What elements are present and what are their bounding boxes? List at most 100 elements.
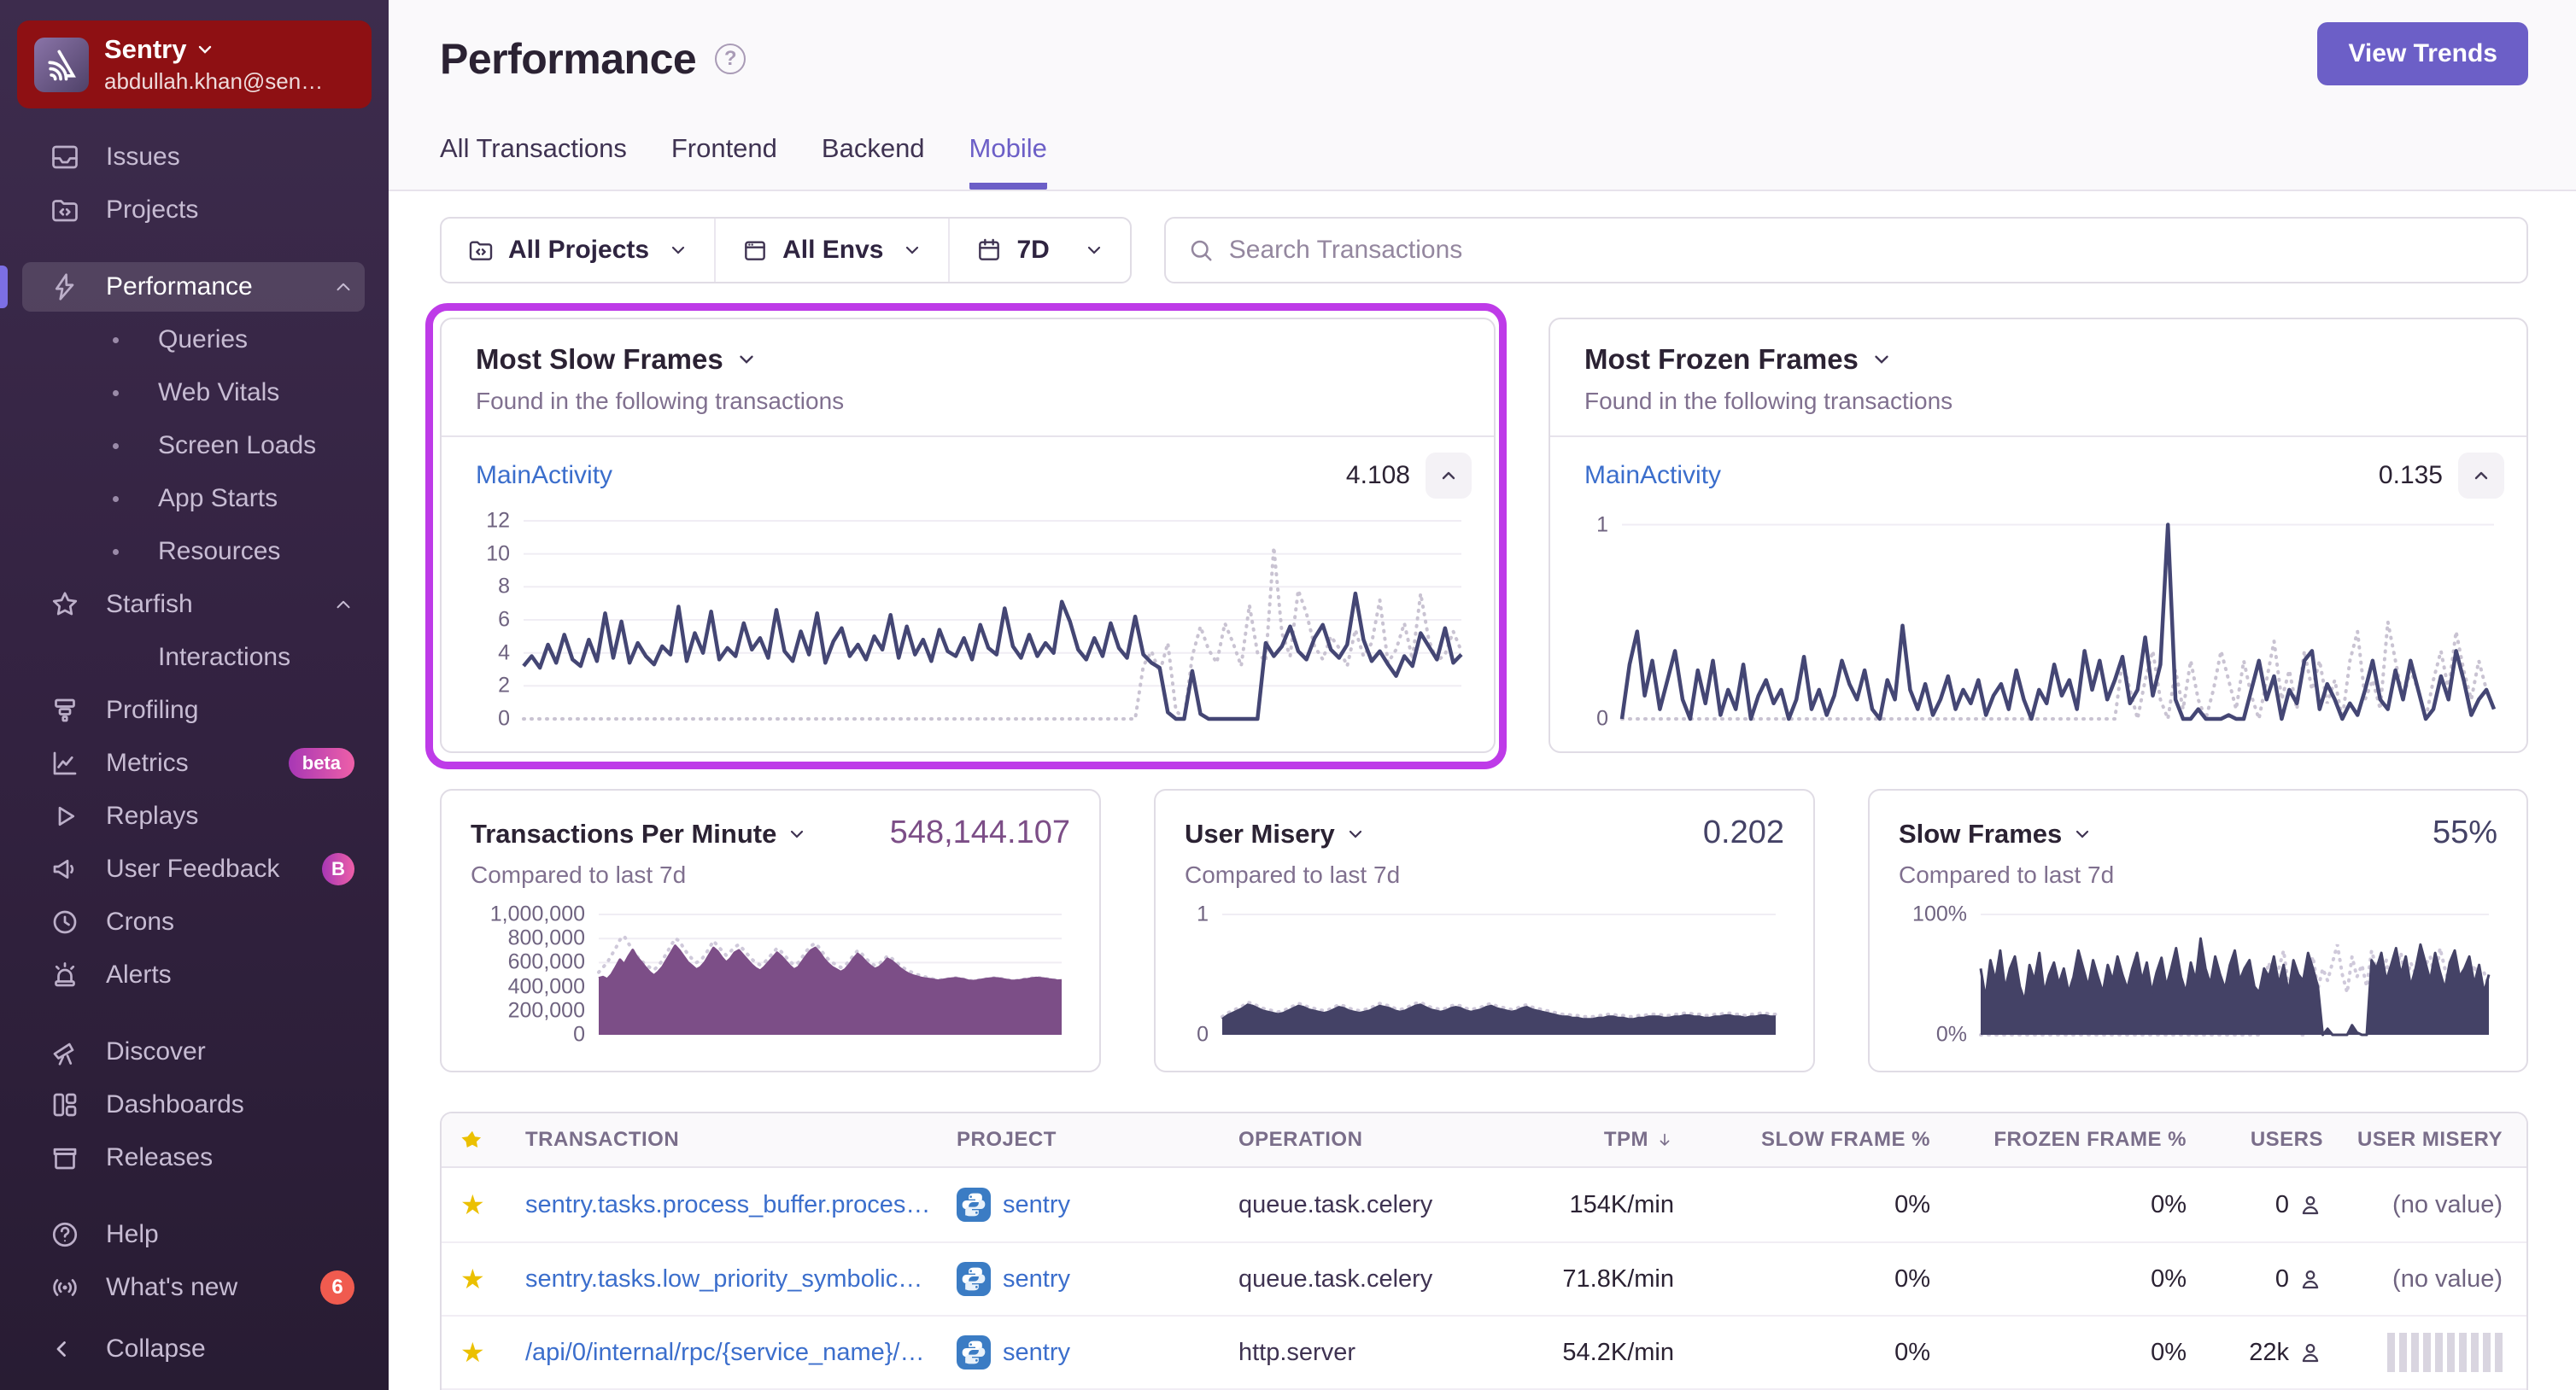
y-axis-tick: 8 — [498, 574, 510, 599]
b-badge: B — [322, 853, 354, 885]
person-icon — [2302, 1196, 2319, 1215]
tab-frontend[interactable]: Frontend — [671, 133, 777, 190]
help-icon[interactable]: ? — [715, 44, 746, 74]
y-axis-tick: 0 — [1197, 1022, 1209, 1047]
lightning-icon — [55, 273, 74, 301]
frozen-frame-cell: 0% — [2151, 1264, 2187, 1293]
y-axis-tick: 800,000 — [507, 926, 585, 950]
user-misery-title[interactable]: User Misery — [1185, 819, 1366, 850]
sidebar-item-metrics[interactable]: Metrics beta — [0, 737, 389, 790]
project-link[interactable]: sentry — [957, 1335, 1238, 1370]
sidebar-item-dashboards[interactable]: Dashboards — [0, 1078, 389, 1131]
star-toggle[interactable]: ★ — [460, 1189, 525, 1221]
sidebar-item-web-vitals[interactable]: Web Vitals — [0, 366, 389, 419]
org-switcher[interactable]: Sentry abdullah.khan@sen… — [17, 20, 372, 108]
project-link[interactable]: sentry — [957, 1188, 1238, 1222]
tpm-value: 548,144.107 — [889, 815, 1070, 850]
column-header-frozen-frame-[interactable]: FROZEN FRAME % — [1930, 1128, 2187, 1152]
sentry-logo-icon — [34, 37, 89, 92]
user-misery-cell: (no value) — [2323, 1191, 2503, 1219]
sidebar-item-discover[interactable]: Discover — [0, 1025, 389, 1078]
sidebar-item-user-feedback[interactable]: User Feedback B — [0, 843, 389, 896]
sidebar-item-issues[interactable]: Issues — [0, 131, 389, 184]
tab-mobile[interactable]: Mobile — [969, 133, 1047, 190]
sidebar-item-alerts[interactable]: Alerts — [0, 949, 389, 1002]
slow-frames-title[interactable]: Slow Frames — [1899, 819, 2093, 850]
main-area: Performance ? View Trends All Transactio… — [389, 0, 2576, 1390]
column-header-tpm[interactable]: TPM — [1512, 1128, 1674, 1152]
star-toggle[interactable]: ★ — [460, 1263, 525, 1295]
transactions-table: TRANSACTION PROJECT OPERATION TPM SLOW FRAME… — [440, 1112, 2528, 1390]
y-axis-tick: 1 — [1197, 902, 1209, 926]
date-range-label: 7D — [1016, 236, 1050, 264]
column-header-operation[interactable]: OPERATION — [1238, 1128, 1512, 1152]
collapse-chart-button[interactable] — [2458, 453, 2504, 499]
chevron-left-icon — [56, 1341, 66, 1357]
sidebar-item-releases[interactable]: Releases — [0, 1131, 389, 1184]
environments-filter[interactable]: All Envs — [714, 219, 948, 282]
column-header-slow-frame-[interactable]: SLOW FRAME % — [1674, 1128, 1930, 1152]
column-header-user-misery[interactable]: USER MISERY — [2323, 1128, 2503, 1152]
sidebar-item-label: Performance — [106, 272, 253, 301]
date-range-filter[interactable]: 7D — [948, 219, 1129, 282]
column-header-transaction[interactable]: TRANSACTION — [525, 1128, 957, 1152]
sidebar-item-profiling[interactable]: Profiling — [0, 684, 389, 737]
sidebar-item-help[interactable]: Help — [0, 1208, 389, 1261]
sidebar-item-interactions[interactable]: Interactions — [0, 631, 389, 684]
sidebar-item-performance[interactable]: Performance — [0, 260, 389, 313]
column-header-project[interactable]: PROJECT — [957, 1128, 1238, 1152]
sidebar-item-label: Profiling — [106, 696, 199, 724]
sidebar-item-starfish[interactable]: Starfish — [0, 578, 389, 631]
siren-icon — [55, 962, 75, 987]
view-trends-button[interactable]: View Trends — [2317, 22, 2528, 85]
operation-cell: queue.task.celery — [1238, 1190, 1433, 1218]
sidebar-item-what-s-new[interactable]: What's new 6 — [0, 1261, 389, 1314]
sidebar-item-app-starts[interactable]: App Starts — [0, 472, 389, 525]
column-header-star[interactable] — [460, 1128, 525, 1152]
sidebar-item-label: Projects — [106, 196, 199, 224]
sidebar-item-resources[interactable]: Resources — [0, 525, 389, 578]
transaction-link[interactable]: MainActivity — [1584, 461, 1721, 490]
y-axis-tick: 12 — [486, 508, 510, 533]
search-input[interactable] — [1228, 236, 2504, 265]
search-box — [1163, 217, 2528, 283]
slow-frame-cell: 0% — [1894, 1190, 1930, 1218]
sidebar-item-label: Queries — [158, 325, 249, 353]
sidebar-item-label: Interactions — [158, 643, 291, 671]
sidebar-item-projects[interactable]: Projects — [0, 184, 389, 237]
most-slow-frames-title[interactable]: Most Slow Frames — [476, 343, 1460, 376]
sidebar-item-replays[interactable]: Replays — [0, 790, 389, 843]
transaction-link[interactable]: sentry.tasks.low_priority_symbolication.… — [525, 1265, 957, 1294]
star-icon — [461, 1130, 482, 1148]
slow-frames-value: 55% — [2432, 815, 2497, 850]
tab-backend[interactable]: Backend — [822, 133, 925, 190]
sidebar-item-screen-loads[interactable]: Screen Loads — [0, 419, 389, 472]
tpm-title[interactable]: Transactions Per Minute — [471, 819, 807, 850]
project-link[interactable]: sentry — [957, 1262, 1238, 1296]
sidebar-item-queries[interactable]: Queries — [0, 313, 389, 366]
most-slow-frames-subtitle: Found in the following transactions — [476, 388, 845, 414]
window-icon — [745, 241, 765, 260]
most-frozen-frames-title[interactable]: Most Frozen Frames — [1584, 343, 2492, 376]
page-filters: All Projects All Envs 7D — [440, 217, 1132, 283]
users-cell: 22k — [2187, 1339, 2323, 1367]
table-body: ★ sentry.tasks.process_buffer.process_inc… — [442, 1168, 2526, 1390]
sidebar-collapse-button[interactable]: Collapse — [0, 1323, 389, 1375]
bullet-icon — [113, 442, 119, 449]
transaction-link[interactable]: /api/0/internal/rpc/{service_name}/{me… — [525, 1339, 957, 1367]
tab-all-transactions[interactable]: All Transactions — [440, 133, 627, 190]
collapse-chart-button[interactable] — [1426, 453, 1472, 499]
column-header-users[interactable]: USERS — [2187, 1128, 2323, 1152]
environments-filter-label: All Envs — [782, 236, 884, 264]
operation-cell: http.server — [1238, 1338, 1355, 1366]
transaction-link[interactable]: sentry.tasks.process_buffer.process_incr — [525, 1191, 957, 1219]
active-indicator — [0, 266, 8, 308]
sidebar-item-crons[interactable]: Crons — [0, 896, 389, 949]
projects-icon — [52, 200, 78, 222]
user-misery-chart: 10 — [1185, 901, 1784, 1056]
y-axis-tick: 1,000,000 — [489, 902, 585, 926]
projects-filter[interactable]: All Projects — [442, 219, 714, 282]
bullet-icon — [113, 336, 119, 343]
transaction-link[interactable]: MainActivity — [476, 461, 612, 490]
star-toggle[interactable]: ★ — [460, 1336, 525, 1369]
